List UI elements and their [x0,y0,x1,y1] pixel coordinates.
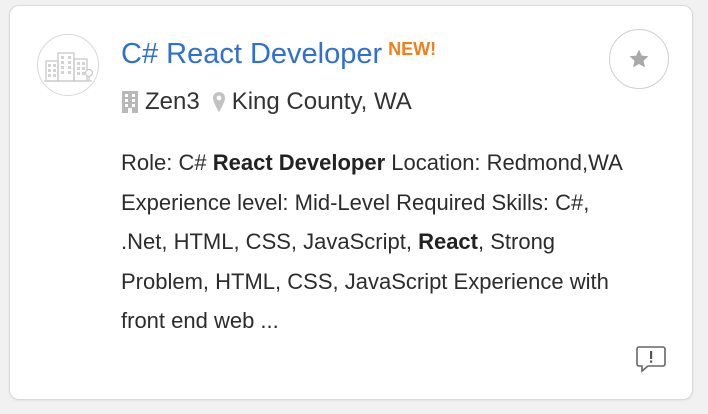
report-job-button[interactable] [636,345,666,373]
save-job-button[interactable] [609,29,669,89]
company-name[interactable]: Zen3 [145,88,200,116]
job-title-row: C# React Developer NEW! [121,38,436,78]
job-title-link[interactable]: C# React Developer [121,38,382,70]
job-location: King County, WA [231,88,412,115]
job-description: Role: C# React Developer Location: Redmo… [121,143,641,341]
star-icon [629,49,649,68]
description-highlight: React Developer [212,150,386,175]
report-speech-bubble-icon [636,346,666,373]
job-meta: Zen3 King County, WA [121,85,412,119]
building-icon [121,90,139,114]
new-badge: NEW! [388,38,437,59]
job-card[interactable]: C# React Developer NEW! Zen3 King County,… [9,5,693,400]
description-text: Role: C# [121,150,213,175]
company-logo [37,34,99,96]
map-pin-icon [212,91,226,113]
company-logo-building-icon [44,52,93,82]
description-highlight: React [418,229,478,254]
